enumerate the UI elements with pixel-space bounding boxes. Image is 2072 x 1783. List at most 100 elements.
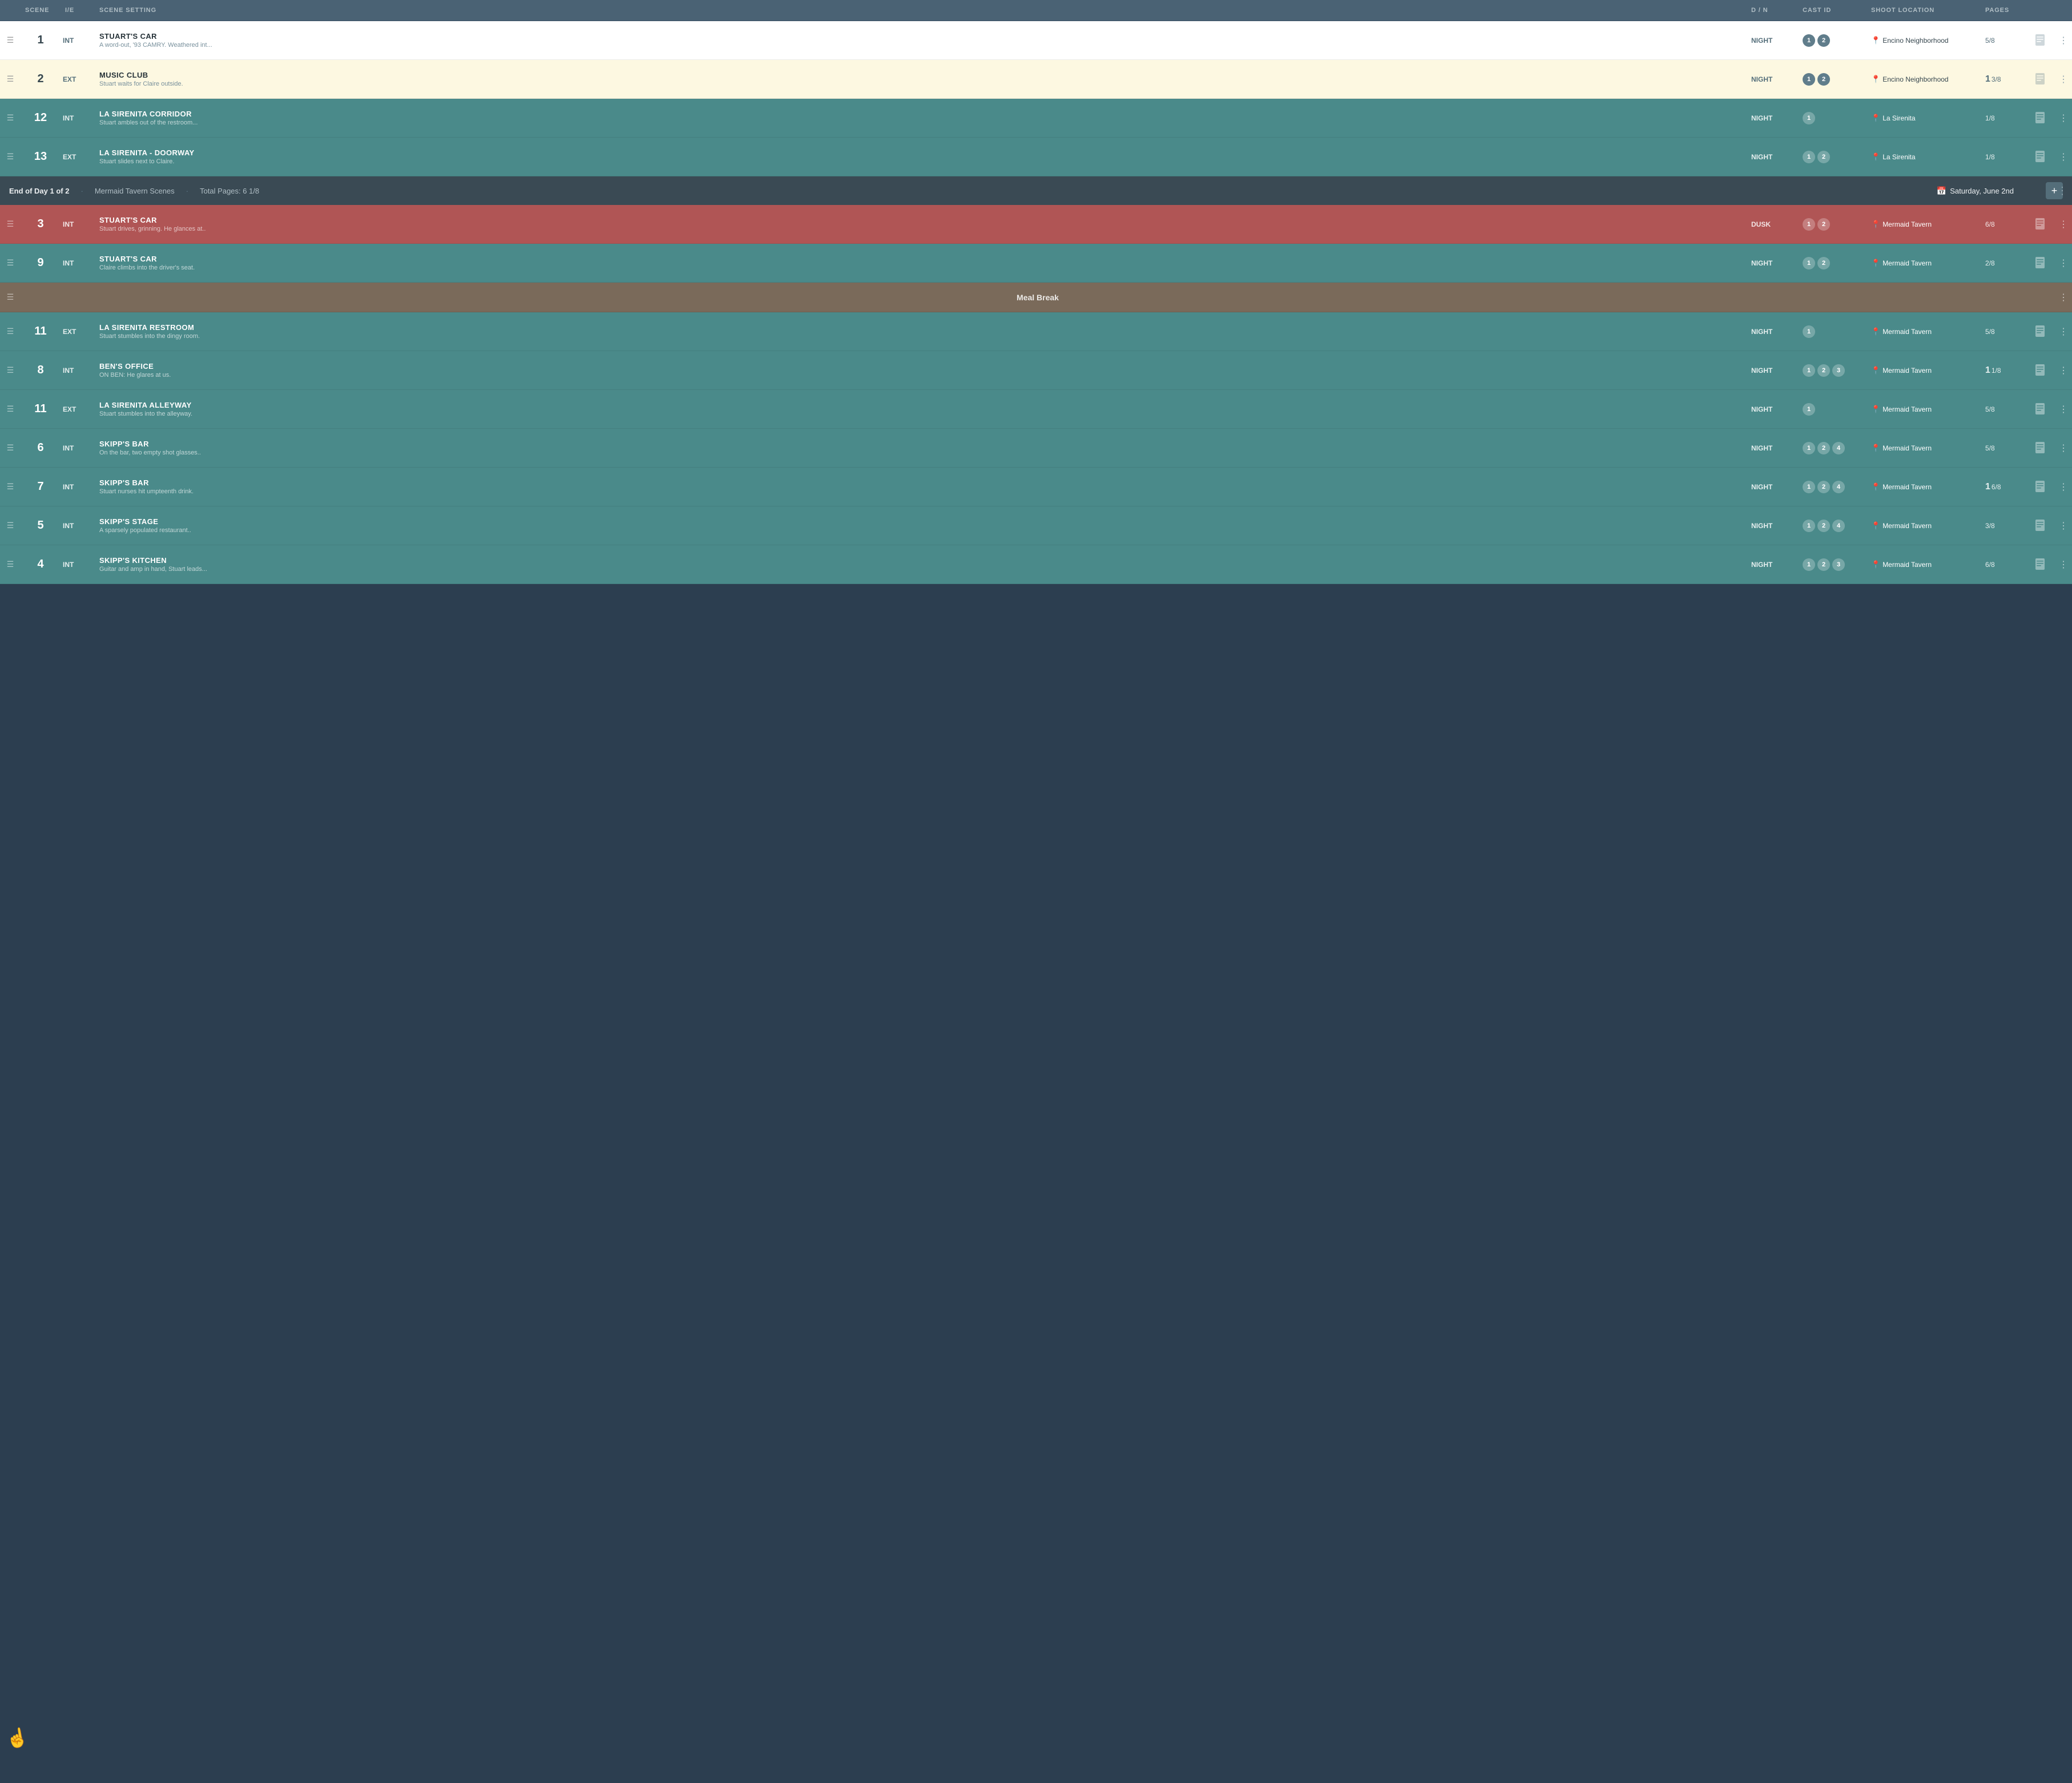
cast-cell: 1 2 <box>1798 69 1867 90</box>
drag-handle-icon[interactable]: ☰ <box>0 438 21 457</box>
pages-cell: 5/8 <box>1981 401 2026 418</box>
drag-handle-icon[interactable]: ☰ <box>0 147 21 166</box>
drag-handle-icon[interactable]: ☰ <box>0 516 21 535</box>
ie-badge: EXT <box>61 323 95 340</box>
script-icon <box>2026 554 2055 575</box>
more-options-button[interactable]: ⋮ <box>2055 401 2072 417</box>
drag-handle-icon[interactable]: ☰ <box>0 70 21 88</box>
day-break-date: 📅 Saturday, June 2nd <box>1937 186 2014 196</box>
more-options-button[interactable]: ⋮ <box>2055 289 2072 305</box>
scene-description: LA SIRENITA RESTROOM Stuart stumbles int… <box>95 319 1747 344</box>
more-options-button[interactable]: ⋮ <box>2055 71 2072 87</box>
drag-handle-icon[interactable]: ☰ <box>0 361 21 380</box>
header-dn: D / N <box>1747 5 1798 16</box>
scene-title: LA SIRENITA - DOORWAY <box>99 148 1742 157</box>
drag-handle-icon[interactable]: ☰ <box>0 477 21 496</box>
pin-icon: 📍 <box>1871 36 1880 45</box>
more-options-button[interactable]: ⋮ <box>2055 149 2072 165</box>
dn-cell: NIGHT <box>1747 362 1798 379</box>
more-options-button[interactable]: ⋮ <box>2055 216 2072 232</box>
cast-cell: 1 2 4 <box>1798 476 1867 498</box>
scene-description: SKIPP'S KITCHEN Guitar and amp in hand, … <box>95 552 1747 577</box>
header-drag <box>0 5 21 16</box>
pages-cell: 5/8 <box>1981 323 2026 340</box>
scene-number: 9 <box>21 252 61 274</box>
drag-handle-icon[interactable]: ☰ <box>0 31 21 50</box>
script-icon <box>2026 399 2055 420</box>
cast-number: 4 <box>1832 520 1845 532</box>
day-break-more-button[interactable]: ⋮ <box>2057 185 2067 197</box>
dn-cell: NIGHT <box>1747 32 1798 49</box>
table-row: ☰ 12 INT LA SIRENITA CORRIDOR Stuart amb… <box>0 99 2072 138</box>
location-text: Mermaid Tavern <box>1882 259 1932 267</box>
drag-handle-icon[interactable]: ☰ <box>0 288 21 307</box>
cast-cell: 1 2 4 <box>1798 437 1867 459</box>
location-text: Mermaid Tavern <box>1882 561 1932 569</box>
script-icon <box>2026 214 2055 235</box>
more-options-button[interactable]: ⋮ <box>2055 33 2072 49</box>
scene-description: LA SIRENITA CORRIDOR Stuart ambles out o… <box>95 105 1747 131</box>
scene-subtitle: Stuart stumbles into the dingy room. <box>99 333 1742 340</box>
more-options-button[interactable]: ⋮ <box>2055 110 2072 126</box>
more-options-button[interactable]: ⋮ <box>2055 324 2072 340</box>
scene-number: 1 <box>21 29 61 51</box>
location-text: Mermaid Tavern <box>1882 444 1932 452</box>
scene-number: 12 <box>21 107 61 129</box>
ie-badge: INT <box>61 255 95 272</box>
drag-handle-icon[interactable]: ☰ <box>0 215 21 234</box>
scene-description: LA SIRENITA - DOORWAY Stuart slides next… <box>95 144 1747 170</box>
cast-number: 2 <box>1817 558 1830 571</box>
cast-number: 1 <box>1803 481 1815 493</box>
scene-number: 11 <box>21 320 61 343</box>
more-options-button[interactable]: ⋮ <box>2055 518 2072 534</box>
meal-break-row: ☰ Meal Break ⋮ <box>0 283 2072 312</box>
scene-title: SKIPP'S BAR <box>99 478 1742 487</box>
cast-number: 1 <box>1803 364 1815 377</box>
drag-handle-icon[interactable]: ☰ <box>0 400 21 418</box>
scene-title: STUART'S CAR <box>99 255 1742 263</box>
pages-cell: 6/8 <box>1981 556 2026 573</box>
location-cell: 📍 Mermaid Tavern <box>1867 254 1981 272</box>
scene-number: 6 <box>21 437 61 459</box>
cast-number: 2 <box>1817 481 1830 493</box>
header-cast: CAST ID <box>1798 5 1867 16</box>
cast-number: 1 <box>1803 442 1815 454</box>
more-options-button[interactable]: ⋮ <box>2055 363 2072 379</box>
script-icon <box>2026 438 2055 458</box>
drag-handle-icon[interactable]: ☰ <box>0 555 21 574</box>
cast-number: 4 <box>1832 481 1845 493</box>
pin-icon: 📍 <box>1871 152 1880 162</box>
scene-description: SKIPP'S STAGE A sparsely populated resta… <box>95 513 1747 538</box>
cast-number: 2 <box>1817 520 1830 532</box>
more-options-button[interactable]: ⋮ <box>2055 557 2072 573</box>
more-options-button[interactable]: ⋮ <box>2055 479 2072 495</box>
scene-subtitle: Stuart nurses hit umpteenth drink. <box>99 488 1742 495</box>
more-options-button[interactable]: ⋮ <box>2055 255 2072 271</box>
location-text: La Sirenita <box>1882 114 1915 122</box>
more-options-button[interactable]: ⋮ <box>2055 440 2072 456</box>
pin-icon: 📍 <box>1871 259 1880 268</box>
drag-handle-icon[interactable]: ☰ <box>0 322 21 341</box>
location-cell: 📍 Mermaid Tavern <box>1867 361 1981 380</box>
pages-fraction: 3/8 <box>1992 75 2001 83</box>
location-cell: 📍 Mermaid Tavern <box>1867 556 1981 574</box>
table-header: SCENE I/E SCENE SETTING D / N CAST ID SH… <box>0 0 2072 21</box>
scene-subtitle: On the bar, two empty shot glasses.. <box>99 449 1742 456</box>
cast-cell: 1 <box>1798 399 1867 420</box>
location-cell: 📍 La Sirenita <box>1867 109 1981 127</box>
cast-cell: 1 2 3 <box>1798 360 1867 381</box>
header-location: SHOOT LOCATION <box>1867 5 1981 16</box>
table-row: ☰ 1 INT STUART'S CAR A word-out, '93 CAM… <box>0 21 2072 60</box>
table-row: ☰ 5 INT SKIPP'S STAGE A sparsely populat… <box>0 506 2072 545</box>
pages-cell: 1 3/8 <box>1981 70 2026 89</box>
dn-cell: NIGHT <box>1747 517 1798 534</box>
drag-handle-icon[interactable]: ☰ <box>0 108 21 127</box>
cast-number: 2 <box>1817 151 1830 163</box>
location-text: Encino Neighborhood <box>1882 37 1948 45</box>
cast-number: 1 <box>1803 325 1815 338</box>
drag-handle-icon[interactable]: ☰ <box>0 253 21 272</box>
header-pages: PAGES <box>1981 5 2026 16</box>
schedule-table: SCENE I/E SCENE SETTING D / N CAST ID SH… <box>0 0 2072 584</box>
ie-badge: INT <box>61 517 95 534</box>
table-row: ☰ 13 EXT LA SIRENITA - DOORWAY Stuart sl… <box>0 138 2072 176</box>
